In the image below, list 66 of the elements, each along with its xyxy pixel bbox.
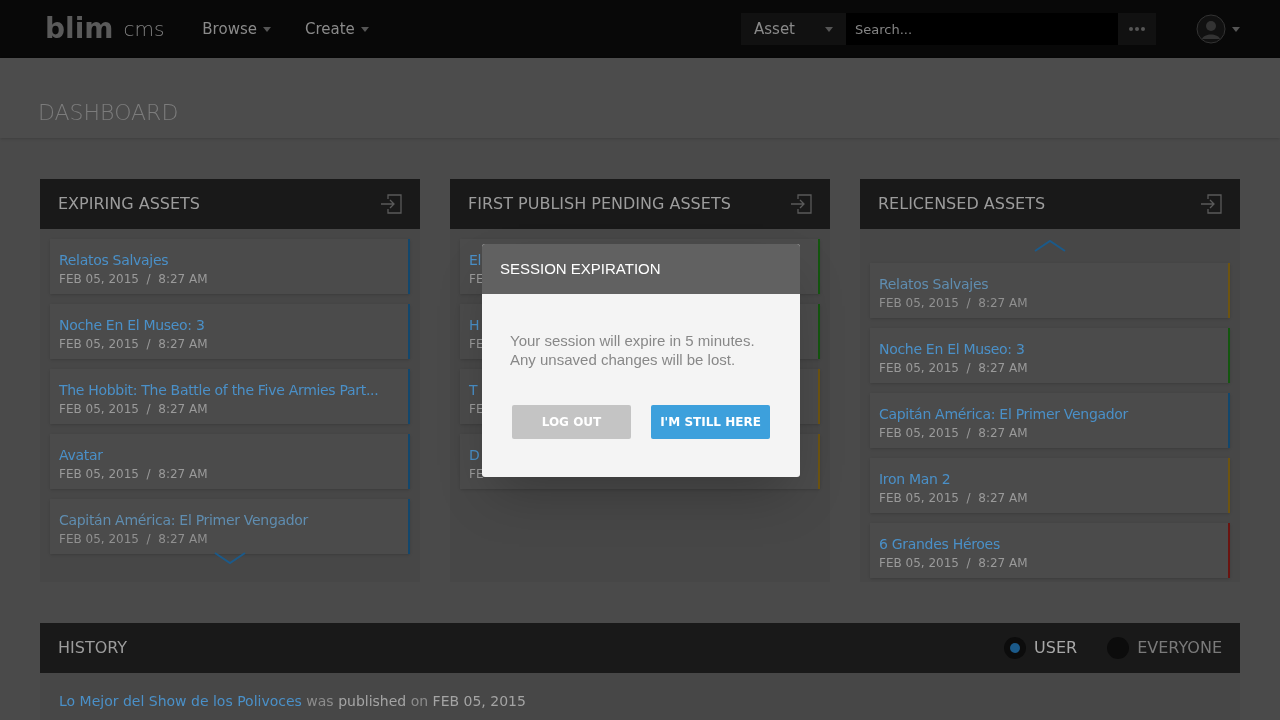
asset-date: FEB 05, 2015 / 8:27 AM: [879, 554, 1028, 572]
asset-date: FEB 05, 2015 / 8:27 AM: [879, 359, 1028, 377]
asset-card[interactable]: Capitán América: El Primer Vengador FEB 05, 2015 / 8:27 AM: [50, 499, 410, 554]
logo-suffix: cms: [123, 16, 165, 43]
asset-title: The Hobbit: The Battle of the Five Armies Part...: [59, 380, 379, 400]
asset-title: Relatos Salvajes: [879, 274, 989, 294]
radio-option[interactable]: EVERYONE: [1107, 636, 1222, 660]
chevron-up-icon[interactable]: [1034, 239, 1066, 253]
more-icon: [1129, 27, 1145, 31]
sign-in-icon[interactable]: [380, 194, 402, 214]
asset-date: FEB 05, 2015 / 8:27 AM: [59, 530, 208, 548]
caret-icon: [1232, 26, 1240, 32]
asset-title: El: [469, 250, 482, 270]
panel-title: RELICENSED ASSETS: [878, 193, 1046, 215]
logout-button[interactable]: LOG OUT: [512, 405, 631, 439]
asset-title: Capitán América: El Primer Vengador: [879, 404, 1129, 424]
user-menu[interactable]: [1196, 14, 1240, 44]
asset-card[interactable]: Avatar FEB 05, 2015 / 8:27 AM: [50, 434, 410, 489]
panel-title: EXPIRING ASSETS: [58, 193, 201, 215]
sign-in-icon[interactable]: [790, 194, 812, 214]
asset-title: Noche En El Museo: 3: [879, 339, 1025, 359]
asset-title: 6 Grandes Héroes: [879, 534, 1000, 554]
asset-card[interactable]: 6 Grandes Héroes FEB 05, 2015 / 8:27 AM: [870, 523, 1230, 578]
modal-message: Your session will expire in 5 minutes. Any unsaved changes will be lost.: [509, 331, 756, 369]
asset-date: FE: [469, 465, 484, 483]
asset-title: Avatar: [59, 445, 103, 465]
asset-card[interactable]: Relatos Salvajes FEB 05, 2015 / 8:27 AM: [50, 239, 410, 294]
asset-title: T: [469, 380, 478, 400]
modal-title: SESSION EXPIRATION: [500, 258, 661, 279]
asset-link[interactable]: Lo Mejor del Show de los Polivoces: [59, 693, 302, 709]
asset-date: FEB 05, 2015 / 8:27 AM: [59, 400, 208, 418]
scope-dropdown[interactable]: Asset: [741, 13, 846, 45]
asset-card[interactable]: Capitán América: El Primer Vengador FEB 05, 2015 / 8:27 AM: [870, 393, 1230, 448]
caret-icon: [360, 26, 369, 32]
asset-card[interactable]: Iron Man 2 FEB 05, 2015 / 8:27 AM: [870, 458, 1230, 513]
asset-title: H: [469, 315, 480, 335]
asset-card[interactable]: Noche En El Museo: 3 FEB 05, 2015 / 8:27 AM: [870, 328, 1230, 383]
asset-title: Noche En El Museo: 3: [59, 315, 205, 335]
radio-option[interactable]: USER: [1004, 636, 1078, 660]
asset-title: Iron Man 2: [879, 469, 951, 489]
asset-title: D: [469, 445, 480, 465]
panel-title: FIRST PUBLISH PENDING ASSETS: [468, 193, 731, 215]
confirm-button[interactable]: I'M STILL HERE: [651, 405, 770, 439]
asset-date: FEB 05, 2015 / 8:27 AM: [59, 335, 208, 353]
asset-date: FEB 05, 2015 / 8:27 AM: [879, 424, 1028, 442]
history-entry: Lo Mejor del Show de los Polivoces was published on FEB 05, 2015: [59, 692, 526, 711]
asset-title: Relatos Salvajes: [59, 250, 169, 270]
asset-date: FEB 05, 2015 / 8:27 AM: [879, 294, 1028, 312]
caret-icon: [262, 26, 271, 32]
caret-icon: [825, 26, 833, 32]
asset-date: FEB 05, 2015 / 8:27 AM: [59, 270, 208, 288]
chevron-down-icon[interactable]: [214, 551, 246, 565]
asset-title: Capitán América: El Primer Vengador: [59, 510, 309, 530]
asset-card[interactable]: The Hobbit: The Battle of the Five Armies Part... FEB 05, 2015 / 8:27 AM: [50, 369, 410, 424]
asset-card[interactable]: Relatos Salvajes FEB 05, 2015 / 8:27 AM: [870, 263, 1230, 318]
sign-in-icon[interactable]: [1200, 194, 1222, 214]
logo[interactable]: blim: [45, 15, 114, 43]
search-field[interactable]: Search...: [846, 13, 1118, 45]
asset-date: FEB 05, 2015 / 8:27 AM: [59, 465, 208, 483]
avatar-icon: [1196, 14, 1226, 44]
asset-card[interactable]: Noche En El Museo: 3 FEB 05, 2015 / 8:27 AM: [50, 304, 410, 359]
nav-menu[interactable]: Create: [304, 17, 369, 41]
asset-date: FEB 05, 2015 / 8:27 AM: [879, 489, 1028, 507]
panel-title: HISTORY: [58, 637, 128, 659]
more-button[interactable]: [1118, 13, 1156, 45]
nav-menu[interactable]: Browse: [202, 17, 271, 41]
